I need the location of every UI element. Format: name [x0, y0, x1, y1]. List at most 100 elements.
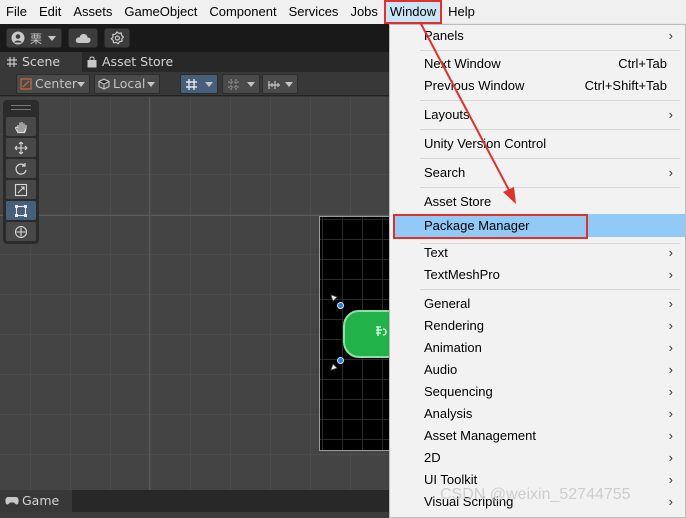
menu-help[interactable]: Help	[442, 0, 481, 24]
menu-item-label: Sequencing	[424, 384, 493, 399]
hand-icon	[14, 121, 27, 133]
menu-separator	[420, 289, 680, 290]
tools-overlay	[3, 100, 39, 244]
menu-window[interactable]: Window	[383, 0, 443, 24]
menu-shortcut: Ctrl+Shift+Tab	[584, 78, 667, 93]
chevron-down-icon	[147, 82, 155, 87]
move-arrows-icon	[14, 141, 28, 154]
menu-item-label: Audio	[424, 362, 458, 377]
chevron-right-icon: ›	[668, 450, 673, 465]
chevron-right-icon: ›	[668, 296, 673, 311]
tab-asset-store[interactable]: Asset Store	[80, 52, 180, 72]
rotate-tool-button[interactable]	[6, 159, 36, 178]
menu-shortcut: Ctrl+Tab	[618, 56, 667, 71]
ruler-icon	[268, 81, 280, 89]
chevron-down-icon	[48, 35, 57, 41]
chevron-down-icon	[247, 82, 255, 87]
menu-item-label: Search	[424, 165, 466, 180]
menu-separator	[420, 50, 680, 51]
account-dropdown[interactable]: 栗	[6, 28, 62, 48]
settings-button[interactable]	[104, 28, 130, 48]
menu-item-audio[interactable]: Audio ›	[390, 359, 685, 381]
menu-component[interactable]: Component	[203, 0, 282, 24]
tab-scene-label: Scene	[22, 54, 61, 69]
menu-item-textmeshpro[interactable]: TextMeshPro ›	[390, 264, 685, 286]
menu-item-label: Package Manager	[424, 218, 530, 233]
anchor-top-icon[interactable]	[329, 293, 343, 307]
menu-item-label: Next Window	[424, 56, 501, 71]
menu-item-previous-window[interactable]: Previous Window Ctrl+Shift+Tab	[390, 75, 685, 97]
menu-item-label: General	[424, 296, 471, 311]
chevron-down-icon	[77, 82, 85, 87]
tab-game[interactable]: Game	[0, 490, 72, 512]
space-label: Local	[113, 76, 146, 91]
menu-services[interactable]: Services	[283, 0, 345, 24]
menu-jobs[interactable]: Jobs	[344, 0, 383, 24]
rect-tool-button[interactable]	[6, 201, 36, 220]
menu-item-search[interactable]: Search ›	[390, 162, 685, 184]
menu-item-asset-store[interactable]: Asset Store	[390, 191, 685, 213]
menu-item-unity-version-control[interactable]: Unity Version Control	[390, 133, 685, 155]
menu-item-analysis[interactable]: Analysis ›	[390, 403, 685, 425]
scene-grid-icon	[7, 57, 17, 67]
menu-item-label: Asset Management	[424, 428, 537, 443]
menu-gameobject[interactable]: GameObject	[118, 0, 203, 24]
chevron-right-icon: ›	[668, 267, 673, 282]
anchor-bottom-icon[interactable]	[329, 358, 343, 372]
snap-settings-toggle[interactable]	[262, 74, 298, 94]
grid-axis-vertical	[149, 97, 150, 490]
menu-item-label: Text	[424, 245, 448, 260]
grid-snapping-toggle[interactable]	[180, 74, 218, 94]
menu-separator	[420, 100, 680, 101]
scale-tool-button[interactable]	[6, 180, 36, 199]
menu-item-layouts[interactable]: Layouts ›	[390, 104, 685, 126]
hand-tool-button[interactable]	[6, 117, 36, 136]
menu-item-2d[interactable]: 2D ›	[390, 447, 685, 469]
menu-file[interactable]: File	[0, 0, 33, 24]
menu-item-label: Previous Window	[424, 78, 525, 93]
chevron-right-icon: ›	[668, 362, 673, 377]
menu-item-label: Analysis	[424, 406, 473, 421]
tab-scene[interactable]: Scene	[0, 52, 82, 72]
gamepad-icon	[5, 497, 19, 505]
account-label: 栗	[30, 31, 43, 46]
menu-edit[interactable]: Edit	[33, 0, 67, 24]
menu-separator	[420, 129, 680, 130]
pivot-icon	[20, 78, 32, 90]
menu-item-label: Asset Store	[424, 194, 492, 209]
menu-item-panels[interactable]: Panels ›	[390, 25, 685, 47]
chevron-right-icon: ›	[668, 340, 673, 355]
pivot-center-dropdown[interactable]: Center	[16, 74, 90, 94]
increment-snap-toggle[interactable]	[222, 74, 260, 94]
menu-item-label: Unity Version Control	[424, 136, 547, 151]
tab-asset-store-label: Asset Store	[102, 54, 174, 69]
menu-item-label: 2D	[424, 450, 441, 465]
menu-assets[interactable]: Assets	[67, 0, 118, 24]
menu-item-animation[interactable]: Animation ›	[390, 337, 685, 359]
cloud-button[interactable]	[68, 28, 98, 48]
chevron-down-icon	[205, 82, 213, 87]
gear-icon	[110, 31, 124, 45]
menu-item-rendering[interactable]: Rendering ›	[390, 315, 685, 337]
menu-item-text[interactable]: Text ›	[390, 242, 685, 264]
transform-tool-button[interactable]	[6, 222, 36, 241]
space-local-dropdown[interactable]: Local	[94, 74, 160, 94]
menu-item-package-manager[interactable]: Package Manager	[393, 214, 588, 239]
chevron-right-icon: ›	[668, 28, 673, 43]
transform-icon	[14, 225, 28, 238]
menu-item-general[interactable]: General ›	[390, 293, 685, 315]
move-tool-button[interactable]	[6, 138, 36, 157]
local-space-icon	[98, 78, 110, 90]
menu-item-next-window[interactable]: Next Window Ctrl+Tab	[390, 53, 685, 75]
cloud-icon	[75, 33, 91, 43]
menu-item-sequencing[interactable]: Sequencing ›	[390, 381, 685, 403]
menu-separator	[420, 187, 680, 188]
menu-item-asset-management[interactable]: Asset Management ›	[390, 425, 685, 447]
watermark-text: CSDN @weixin_52744755	[440, 486, 631, 503]
pivot-label: Center	[35, 76, 78, 91]
menu-item-label: Panels	[424, 28, 464, 43]
menu-highlight-extension	[588, 214, 685, 237]
grid-snap-icon	[186, 79, 197, 90]
drag-handle-icon[interactable]	[11, 105, 31, 110]
increment-snap-icon	[228, 79, 239, 90]
